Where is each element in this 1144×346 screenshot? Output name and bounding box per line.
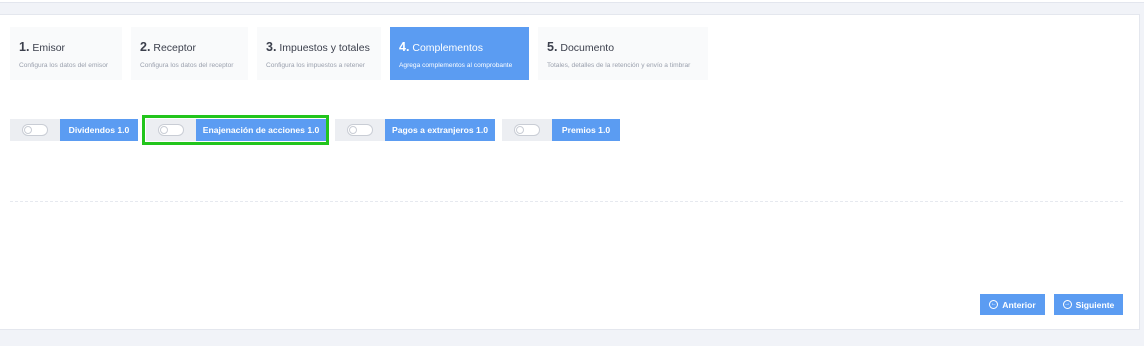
complement-label[interactable]: Pagos a extranjeros 1.0 (385, 119, 495, 141)
toggle-switch[interactable] (146, 119, 196, 141)
next-button-label: Siguiente (1075, 299, 1115, 310)
prev-button-label: Anterior (1002, 299, 1036, 310)
step-description: Agrega complementos al comprobante (399, 62, 513, 69)
toggle-switch[interactable] (10, 119, 60, 141)
step-description: Configura los datos del emisor (19, 62, 109, 69)
step-title: Complementos (412, 42, 483, 54)
section-divider (10, 201, 1123, 202)
switch-knob (24, 126, 32, 134)
switch-knob (516, 126, 524, 134)
step-description: Configura los datos del receptor (140, 62, 234, 69)
step-description: Totales, detalles de la retención y enví… (547, 62, 691, 69)
complement-premios[interactable]: Premios 1.0 (502, 119, 620, 141)
step-documento[interactable]: 5. Documento Totales, detalles de la ret… (538, 27, 708, 80)
complements-list: Dividendos 1.0 Enajenación de acciones 1… (0, 119, 1140, 143)
step-title: Receptor (153, 42, 196, 54)
step-impuestos[interactable]: 3. Impuestos y totales Configura los imp… (257, 27, 381, 80)
complement-label[interactable]: Dividendos 1.0 (60, 119, 138, 141)
step-receptor[interactable]: 2. Receptor Configura los datos del rece… (131, 27, 248, 80)
complement-pagos-extranjeros[interactable]: Pagos a extranjeros 1.0 (335, 119, 495, 141)
switch-knob (160, 126, 168, 134)
step-emisor[interactable]: 1. Emisor Configura los datos del emisor (10, 27, 122, 80)
switch-knob (349, 126, 357, 134)
step-title: Impuestos y totales (279, 42, 370, 54)
step-number: 3. (266, 40, 277, 54)
step-number: 4. (399, 40, 410, 54)
wizard-steps: 1. Emisor Configura los datos del emisor… (10, 27, 708, 80)
complement-label[interactable]: Enajenación de acciones 1.0 (196, 119, 326, 141)
complement-dividendos[interactable]: Dividendos 1.0 (10, 119, 138, 141)
arrow-right-circle-icon: → (1062, 300, 1072, 309)
step-complementos[interactable]: 4. Complementos Agrega complementos al c… (390, 27, 529, 80)
step-number: 1. (19, 40, 30, 54)
step-title: Documento (560, 42, 615, 54)
top-bar (0, 0, 1144, 3)
complement-enajenacion[interactable]: Enajenación de acciones 1.0 (146, 119, 326, 141)
arrow-left-circle-icon: ← (989, 300, 999, 309)
step-description: Configura los impuestos a retener (266, 62, 365, 69)
prev-button[interactable]: ← Anterior (980, 294, 1045, 315)
toggle-switch[interactable] (502, 119, 552, 141)
step-title: Emisor (32, 42, 66, 54)
next-button[interactable]: → Siguiente (1054, 294, 1123, 315)
toggle-switch[interactable] (335, 119, 385, 141)
complement-label[interactable]: Premios 1.0 (552, 119, 620, 141)
step-number: 2. (140, 40, 151, 54)
step-number: 5. (547, 40, 558, 54)
wizard-card: 1. Emisor Configura los datos del emisor… (0, 14, 1140, 330)
